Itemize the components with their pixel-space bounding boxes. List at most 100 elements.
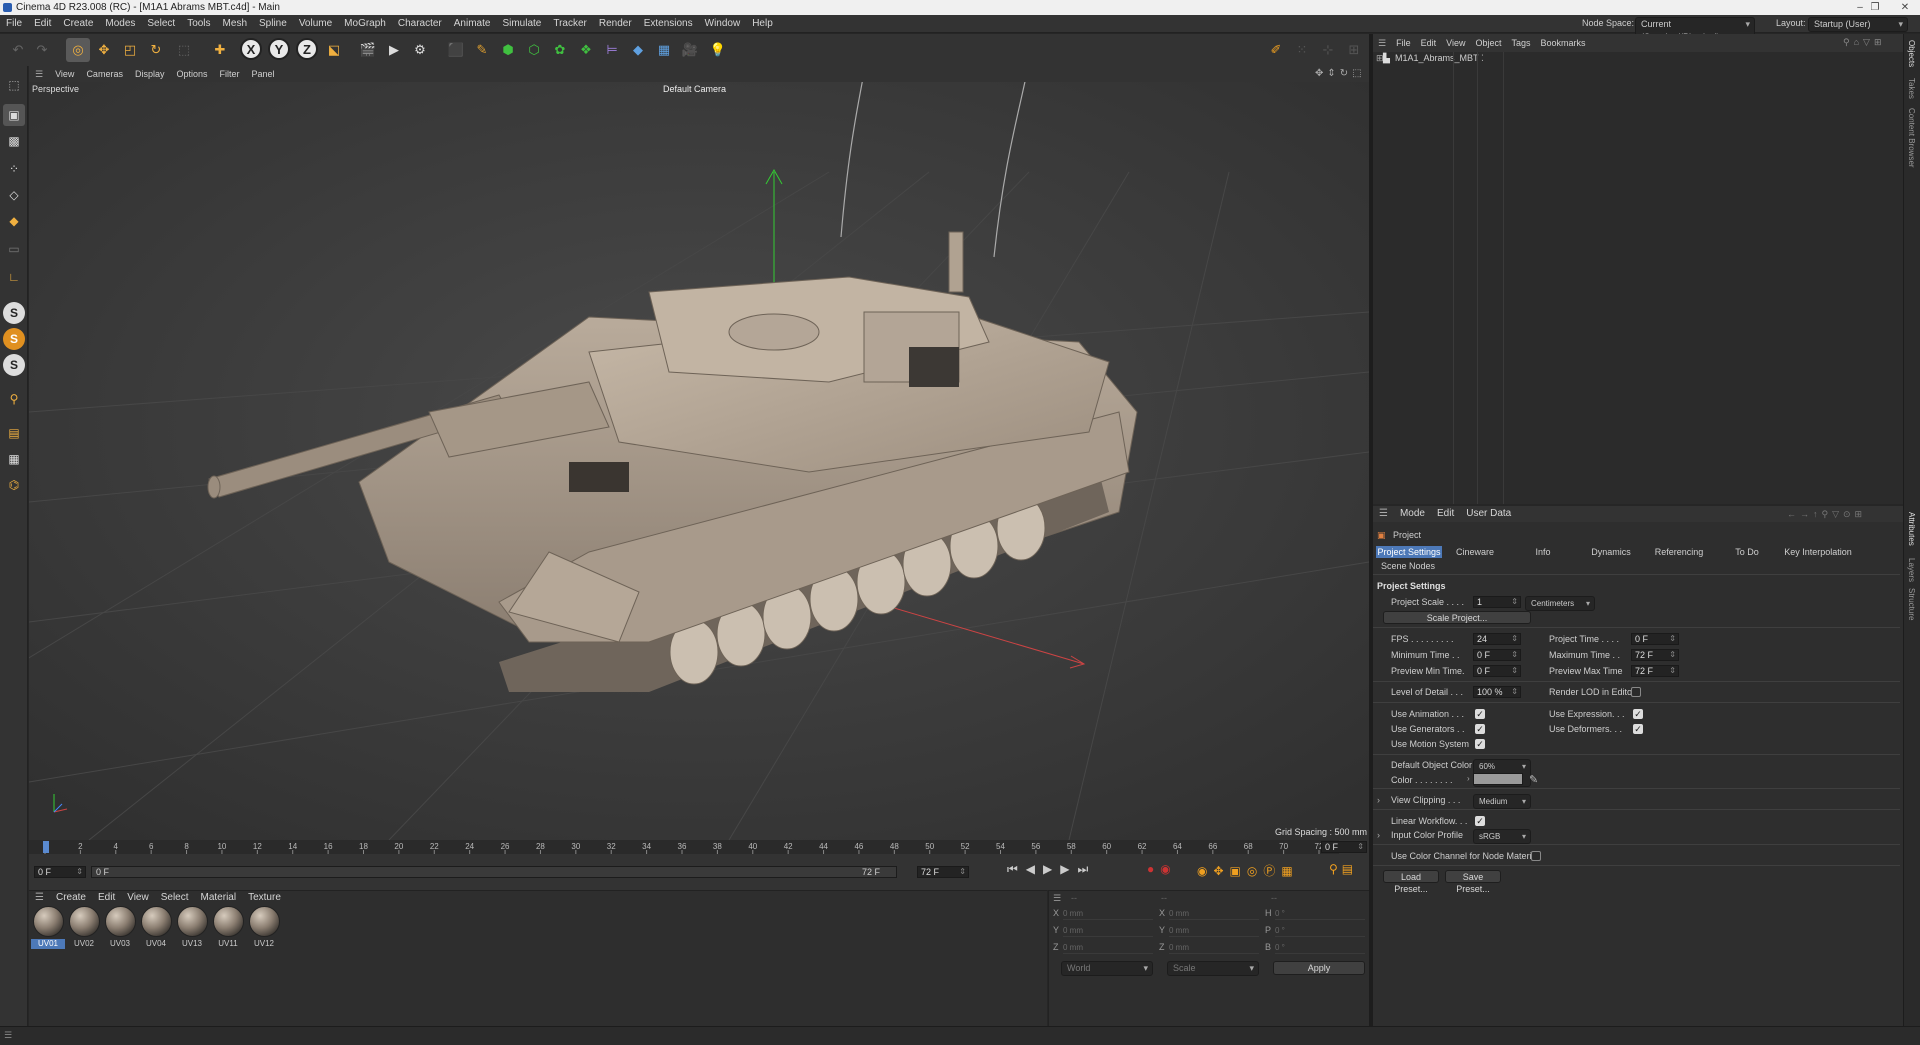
attribute-menu-mode[interactable]: Mode: [1394, 506, 1431, 522]
floor-icon[interactable]: ▦: [652, 38, 676, 62]
extrude-icon[interactable]: ⬡: [522, 38, 546, 62]
subdivision-icon[interactable]: ⬢: [496, 38, 520, 62]
cloner-icon[interactable]: ✿: [548, 38, 572, 62]
rotation-p-field[interactable]: 0 °: [1275, 924, 1365, 937]
object-menu-bookmarks[interactable]: Bookmarks: [1536, 34, 1591, 52]
edges-mode-icon[interactable]: ◇: [3, 184, 25, 206]
menu-simulate[interactable]: Simulate: [496, 15, 547, 33]
tab-info[interactable]: Info: [1508, 546, 1578, 558]
uv-mode-icon[interactable]: ▭: [3, 238, 25, 260]
menu-mograph[interactable]: MoGraph: [338, 15, 392, 33]
material-menu-view[interactable]: View: [121, 891, 155, 905]
pen-icon[interactable]: ✎: [470, 38, 494, 62]
side-tab-structure[interactable]: Structure: [1907, 588, 1916, 620]
level-of-detail-field[interactable]: 100 %: [1473, 686, 1521, 698]
timeline-ruler[interactable]: 0246810121416182022242628303234363840424…: [29, 840, 1339, 854]
load-preset-button[interactable]: Load Preset...: [1383, 870, 1439, 894]
axis-y-button[interactable]: Y: [268, 38, 290, 60]
material-menu-icon[interactable]: ☰: [29, 891, 50, 905]
object-menu-tags[interactable]: Tags: [1506, 34, 1535, 52]
viewport-nav-icons[interactable]: ✥⇕↻⬚: [1315, 68, 1366, 79]
select-tool-icon[interactable]: ⬚: [172, 38, 196, 62]
menu-select[interactable]: Select: [141, 15, 181, 33]
object-menu-file[interactable]: File: [1391, 34, 1416, 52]
menu-animate[interactable]: Animate: [448, 15, 497, 33]
tab-referencing[interactable]: Referencing: [1644, 546, 1714, 558]
project-time-field[interactable]: 0 F: [1631, 633, 1679, 645]
menu-extensions[interactable]: Extensions: [638, 15, 699, 33]
size-z-field[interactable]: 0 mm: [1169, 941, 1259, 954]
position-x-field[interactable]: 0 mm: [1063, 907, 1153, 920]
render-region-icon[interactable]: 🎬: [356, 38, 380, 62]
solo-hierarchy-icon[interactable]: S: [3, 328, 25, 350]
status-menu-icon[interactable]: ☰: [4, 1030, 12, 1041]
use-expression-checkbox[interactable]: ✓: [1633, 709, 1643, 719]
planar-workplane-icon[interactable]: ▦: [3, 448, 25, 470]
coord-space-dropdown[interactable]: World: [1061, 961, 1153, 976]
project-scale-field[interactable]: 1: [1473, 596, 1521, 608]
input-color-profile-dropdown[interactable]: sRGB: [1473, 829, 1531, 844]
tab-scene-nodes[interactable]: Scene Nodes: [1376, 560, 1440, 572]
coordinate-system-icon[interactable]: ⬕: [322, 38, 346, 62]
brush-icon[interactable]: ✐: [1264, 38, 1288, 62]
visibility-dots-icon[interactable]: ⁚: [1481, 53, 1484, 64]
model-mode-icon[interactable]: ▣: [3, 104, 25, 126]
menu-mesh[interactable]: Mesh: [217, 15, 253, 33]
menu-tools[interactable]: Tools: [181, 15, 216, 33]
timeline-playhead[interactable]: [43, 841, 49, 853]
live-selection-icon[interactable]: ◎: [66, 38, 90, 62]
field-icon[interactable]: ◆: [626, 38, 650, 62]
side-tab-objects[interactable]: Objects: [1907, 40, 1916, 67]
linear-workflow-checkbox[interactable]: ✓: [1475, 816, 1485, 826]
menu-spline[interactable]: Spline: [253, 15, 293, 33]
camera-label[interactable]: Default Camera: [663, 84, 726, 94]
playback-controls[interactable]: ⏮◀▶▶⏭: [1007, 862, 1096, 877]
camera-icon[interactable]: 🎥: [678, 38, 702, 62]
menu-window[interactable]: Window: [699, 15, 747, 33]
axis-z-button[interactable]: Z: [296, 38, 318, 60]
preview-range-slider[interactable]: 0 F 72 F: [91, 866, 897, 878]
project-scale-unit-dropdown[interactable]: Centimeters: [1525, 596, 1595, 611]
snap-grid-icon[interactable]: ⁙: [1290, 38, 1314, 62]
rotation-h-field[interactable]: 0 °: [1275, 907, 1365, 920]
object-manager-tools[interactable]: ⚲⌂▽⊞: [1843, 37, 1886, 48]
scale-icon[interactable]: ◰: [118, 38, 142, 62]
material-menu-edit[interactable]: Edit: [92, 891, 121, 905]
viewport-menu-filter[interactable]: Filter: [214, 66, 246, 82]
side-tab-attributes[interactable]: Attributes: [1907, 512, 1916, 546]
preview-min-time-field[interactable]: 0 F: [1473, 665, 1521, 677]
apply-button[interactable]: Apply: [1273, 961, 1365, 975]
maximum-time-field[interactable]: 72 F: [1631, 649, 1679, 661]
current-frame-field[interactable]: 0 F: [34, 866, 86, 878]
maximize-button[interactable]: ❐: [1860, 0, 1890, 15]
preview-max-time-field[interactable]: 72 F: [1631, 665, 1679, 677]
side-tab-takes[interactable]: Takes: [1907, 78, 1916, 99]
menu-modes[interactable]: Modes: [99, 15, 141, 33]
attribute-nav-icons[interactable]: ←→↑⚲▽⊙⊞: [1787, 509, 1866, 520]
layout-dropdown[interactable]: Startup (User): [1808, 17, 1908, 32]
size-x-field[interactable]: 0 mm: [1169, 907, 1259, 920]
save-preset-button[interactable]: Save Preset...: [1445, 870, 1501, 894]
material-menu-create[interactable]: Create: [50, 891, 92, 905]
solo-icon[interactable]: S: [3, 302, 25, 324]
timeline-extra-buttons[interactable]: ⚲▤: [1329, 862, 1357, 876]
use-generators-checkbox[interactable]: ✓: [1475, 724, 1485, 734]
3d-viewport[interactable]: Perspective Default Camera Grid Spacing …: [29, 82, 1369, 840]
menu-render[interactable]: Render: [593, 15, 638, 33]
object-menu-edit[interactable]: Edit: [1416, 34, 1442, 52]
minimum-time-field[interactable]: 0 F: [1473, 649, 1521, 661]
rotate-icon[interactable]: ↻: [144, 38, 168, 62]
undo-icon[interactable]: ↶: [6, 38, 30, 62]
use-motion-system-checkbox[interactable]: ✓: [1475, 739, 1485, 749]
menu-create[interactable]: Create: [57, 15, 99, 33]
solo-selection-icon[interactable]: S: [3, 354, 25, 376]
attribute-menu-edit[interactable]: Edit: [1431, 506, 1460, 522]
attribute-menu-icon[interactable]: ☰: [1373, 506, 1394, 522]
material-swatch[interactable]: UV11: [211, 906, 245, 949]
material-menu-select[interactable]: Select: [155, 891, 195, 905]
tab-key-interpolation[interactable]: Key Interpolation: [1780, 546, 1856, 558]
guide-icon[interactable]: ⊞: [1342, 38, 1366, 62]
texture-mode-icon[interactable]: ▩: [3, 130, 25, 152]
use-deformers-checkbox[interactable]: ✓: [1633, 724, 1643, 734]
viewport-menu-icon[interactable]: ☰: [29, 66, 49, 82]
